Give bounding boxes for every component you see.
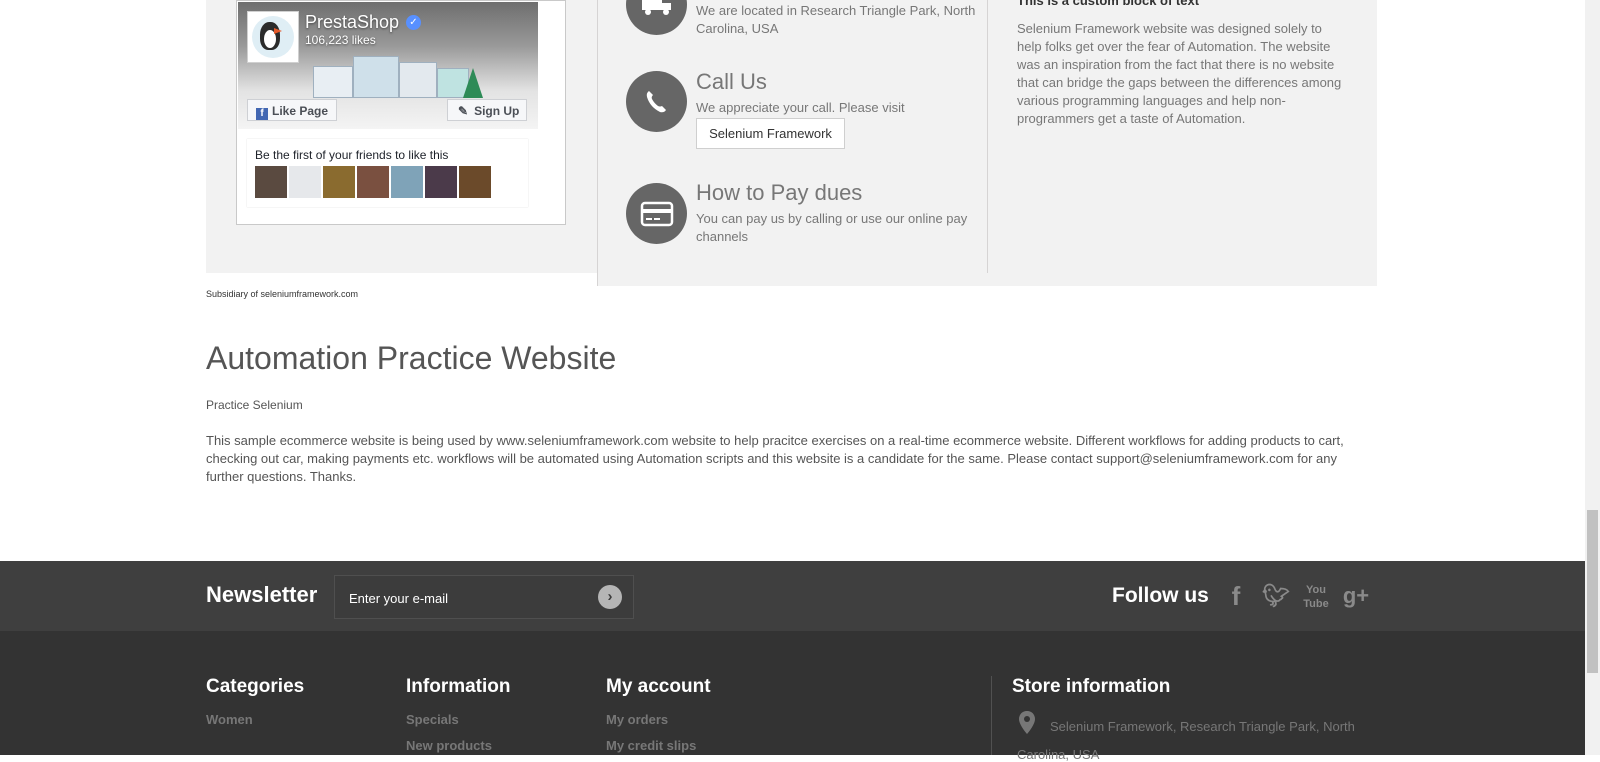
friend-avatar[interactable]: [391, 166, 423, 198]
friend-avatar[interactable]: [289, 166, 321, 198]
subsidiary-text: Subsidiary of seleniumframework.com: [206, 289, 359, 299]
page-subtitle: Practice Selenium: [206, 398, 303, 412]
facebook-icon: f: [256, 108, 268, 120]
newsletter-form: ›: [334, 575, 634, 620]
pencil-icon: ✎: [458, 104, 469, 118]
verified-badge-icon: ✓: [406, 15, 421, 30]
youtube-icon[interactable]: You Tube: [1300, 580, 1332, 615]
footer-link-specials[interactable]: Specials: [406, 712, 459, 727]
footer-my-account-title[interactable]: My account: [606, 676, 711, 698]
sign-up-button[interactable]: ✎ Sign Up: [447, 99, 527, 121]
friend-avatar[interactable]: [323, 166, 355, 198]
facebook-likes-count: 106,223 likes: [305, 33, 376, 47]
panel-divider: [987, 0, 988, 273]
pay-dues-title: How to Pay dues: [696, 180, 863, 205]
credit-card-icon: [626, 183, 687, 244]
facebook-friends-box: Be the first of your friends to like thi…: [247, 139, 528, 207]
page-title: Automation Practice Website: [206, 340, 617, 376]
like-page-button[interactable]: f Like Page: [247, 99, 337, 121]
footer-link-new-products[interactable]: New products: [406, 738, 492, 753]
footer-link-my-credit-slips[interactable]: My credit slips: [606, 738, 696, 753]
facebook-icon[interactable]: f: [1220, 580, 1252, 612]
footer-information-title: Information: [406, 676, 511, 697]
footer-link-women[interactable]: Women: [206, 712, 253, 727]
page-description: This sample ecommerce website is being u…: [206, 433, 1344, 484]
store-illustration: [313, 50, 483, 98]
call-us-text: We appreciate your call. Please visit: [696, 100, 905, 115]
newsletter-submit-icon[interactable]: ›: [598, 585, 622, 609]
newsletter-email-input[interactable]: [347, 576, 591, 620]
newsletter-title: Newsletter: [206, 582, 318, 607]
friends-text: Be the first of your friends to like thi…: [255, 148, 449, 162]
friend-avatar[interactable]: [255, 166, 287, 198]
scrollbar-thumb[interactable]: [1587, 510, 1598, 673]
custom-block-text: Selenium Framework website was designed …: [1017, 21, 1342, 126]
footer-store-information-title: Store information: [1012, 676, 1171, 697]
footer-categories-title[interactable]: Categories: [206, 676, 304, 698]
truck-icon: [626, 0, 687, 35]
phone-icon: [626, 71, 687, 132]
facebook-widget[interactable]: PrestaShop ✓ 106,223 likes f Like Page ✎ S…: [236, 0, 566, 225]
friend-avatar[interactable]: [459, 166, 491, 198]
friend-avatar[interactable]: [425, 166, 457, 198]
footer-link-my-orders[interactable]: My orders: [606, 712, 668, 727]
custom-block-title: This is a custom block of text: [1017, 0, 1200, 8]
friend-avatar[interactable]: [357, 166, 389, 198]
panel-divider: [597, 0, 598, 286]
map-marker-icon: [1017, 710, 1037, 736]
google-plus-icon[interactable]: g+: [1340, 580, 1372, 612]
footer-divider: [991, 676, 992, 755]
pay-dues-text: You can pay us by calling or use our onl…: [696, 211, 968, 244]
twitter-icon[interactable]: 🐦︎: [1260, 580, 1292, 612]
location-text: We are located in Research Triangle Park…: [696, 3, 976, 36]
call-us-title: Call Us: [696, 69, 767, 94]
prestashop-logo[interactable]: [247, 11, 299, 63]
facebook-page-name[interactable]: PrestaShop: [305, 12, 399, 33]
follow-us-title: Follow us: [1112, 584, 1209, 607]
facebook-cover-image: PrestaShop ✓ 106,223 likes f Like Page ✎ S…: [238, 2, 538, 129]
selenium-framework-button[interactable]: Selenium Framework: [696, 118, 845, 149]
store-address: Selenium Framework, Research Triangle Pa…: [1050, 719, 1355, 734]
